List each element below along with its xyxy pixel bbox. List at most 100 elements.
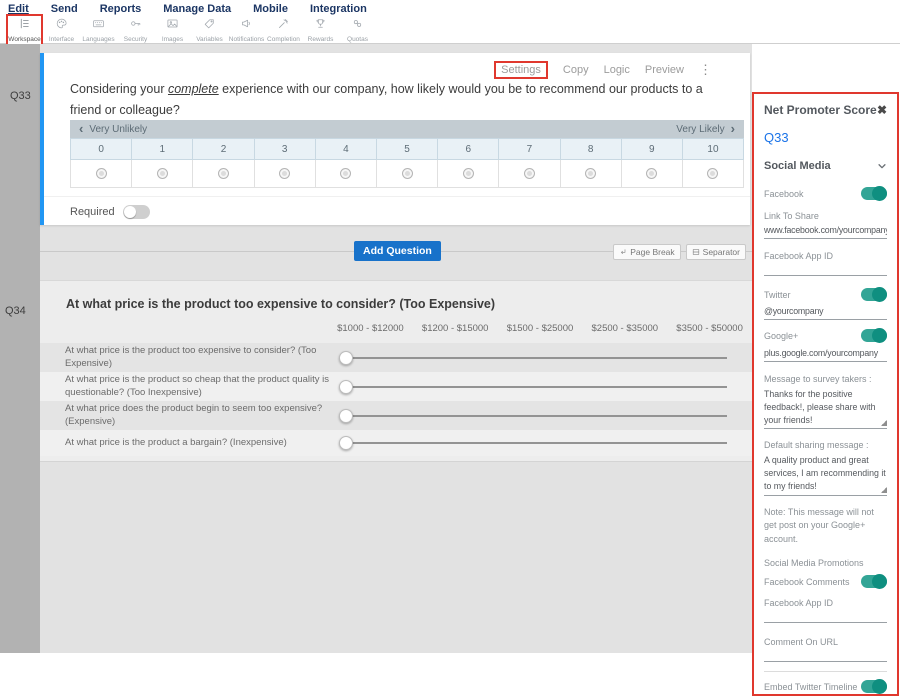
radio-button[interactable] [96,168,107,179]
toolbar-notifications[interactable]: Notifications [228,17,265,43]
radio-button[interactable] [157,168,168,179]
price-slider [339,380,727,394]
menu-send[interactable]: Send [51,3,78,15]
toolbar-quotas[interactable]: Quotas [339,17,376,43]
radio-button[interactable] [279,168,290,179]
price-rows: At what price is the product too expensi… [40,343,752,456]
key-icon [129,17,142,35]
slider-handle[interactable] [339,380,353,394]
facebook-comments-row: Facebook Comments [764,575,887,588]
facebook-row: Facebook [764,187,887,200]
add-question-button[interactable]: Add Question [354,241,441,261]
slider-handle[interactable] [339,351,353,365]
radio-button[interactable] [218,168,229,179]
nps-value-1[interactable]: 1 [132,138,193,160]
link-to-share-input[interactable]: www.facebook.com/yourcompany [764,225,887,239]
panel-question-code[interactable]: Q33 [764,130,887,145]
toolbar-interface[interactable]: Interface [43,17,80,43]
toolbar-rewards[interactable]: Rewards [302,17,339,43]
resize-handle-icon[interactable] [881,420,887,426]
question-actions: Settings Copy Logic Preview ⋮ [494,61,712,79]
section-social-media[interactable]: Social Media [764,160,887,172]
nps-value-3[interactable]: 3 [255,138,316,160]
message-textarea[interactable]: Thanks for the positive feedback!, pleas… [764,388,887,429]
nps-right-anchor[interactable]: Very Likely › [676,124,735,135]
tag-icon [203,17,216,35]
radio-button[interactable] [402,168,413,179]
nps-value-6[interactable]: 6 [438,138,499,160]
price-column-headers: $1000 - $12000 $1200 - $15000 $1500 - $2… [328,323,752,334]
nps-value-5[interactable]: 5 [377,138,438,160]
page-break-icon [619,248,627,256]
facebook-comments-toggle[interactable] [861,575,887,588]
radio-button[interactable] [707,168,718,179]
toolbar-variables[interactable]: Variables [191,17,228,43]
price-row-label: At what price is the product a bargain? … [65,437,333,449]
toolbar-workspace[interactable]: Workspace [6,14,43,46]
preview-button[interactable]: Preview [645,64,684,76]
separator-button[interactable]: Separator [686,244,746,260]
menu-reports[interactable]: Reports [100,3,142,15]
price-column: $1200 - $15000 [413,323,498,334]
radio-button[interactable] [524,168,535,179]
page-break-button[interactable]: Page Break [613,244,680,260]
nps-radio-cell [316,160,377,188]
toolbar-completion[interactable]: Completion [265,17,302,43]
toolbar-label: Variables [196,36,223,43]
nps-settings-panel: Net Promoter Score ✖ Q33 Social Media Fa… [752,92,899,696]
nps-radio-cell [377,160,438,188]
nps-radio-cell [132,160,193,188]
toolbar-security[interactable]: Security [117,17,154,43]
nps-radio-cell [255,160,316,188]
price-question-title: At what price is the product too expensi… [66,297,495,311]
google-toggle[interactable] [861,329,887,342]
required-toggle[interactable] [123,205,150,219]
message-label: Message to survey takers : [764,374,887,384]
nps-scale-header: ‹ Very Unlikely Very Likely › [70,120,744,138]
google-row: Google+ [764,329,887,342]
facebook-app-id-input[interactable] [764,261,887,276]
price-row: At what price does the product begin to … [40,401,752,430]
nps-value-4[interactable]: 4 [316,138,377,160]
radio-button[interactable] [585,168,596,179]
nps-radio-cell [561,160,622,188]
radio-button[interactable] [463,168,474,179]
nps-value-0[interactable]: 0 [71,138,132,160]
survey-canvas: Settings Copy Logic Preview ⋮ Considerin… [40,44,752,653]
toolbar-label: Notifications [229,36,264,43]
embed-twitter-toggle[interactable] [861,680,887,693]
nps-value-2[interactable]: 2 [193,138,254,160]
menu-mobile[interactable]: Mobile [253,3,288,15]
slider-handle[interactable] [339,409,353,423]
menu-edit[interactable]: Edit [8,3,29,15]
nps-left-anchor[interactable]: ‹ Very Unlikely [79,124,147,135]
default-message-textarea[interactable]: A quality product and great services, I … [764,454,887,495]
nps-value-9[interactable]: 9 [622,138,683,160]
facebook-toggle[interactable] [861,187,887,200]
logic-button[interactable]: Logic [604,64,630,76]
settings-button[interactable]: Settings [494,61,548,79]
nps-value-10[interactable]: 10 [683,138,744,160]
nps-value-8[interactable]: 8 [561,138,622,160]
close-icon[interactable]: ✖ [877,103,887,117]
twitter-handle-input[interactable]: @yourcompany [764,306,887,320]
slider-handle[interactable] [339,436,353,450]
twitter-toggle[interactable] [861,288,887,301]
radio-button[interactable] [646,168,657,179]
menu-manage-data[interactable]: Manage Data [163,3,231,15]
price-column: $1500 - $25000 [498,323,583,334]
copy-button[interactable]: Copy [563,64,589,76]
kebab-menu-icon[interactable]: ⋮ [699,62,712,78]
nps-value-7[interactable]: 7 [499,138,560,160]
toolbar-languages[interactable]: Languages [80,17,117,43]
facebook-app-id-2-input[interactable] [764,608,887,623]
menu-integration[interactable]: Integration [310,3,367,15]
google-url-input[interactable]: plus.google.com/yourcompany [764,348,887,362]
comment-on-url-input[interactable] [764,647,887,662]
question-number-strip: Q33 Q34 [0,44,40,653]
toolbar-label: Languages [82,36,114,43]
toolbar-images[interactable]: Images [154,17,191,43]
radio-button[interactable] [340,168,351,179]
toolbar-label: Workspace [8,36,40,43]
resize-handle-icon[interactable] [881,487,887,493]
